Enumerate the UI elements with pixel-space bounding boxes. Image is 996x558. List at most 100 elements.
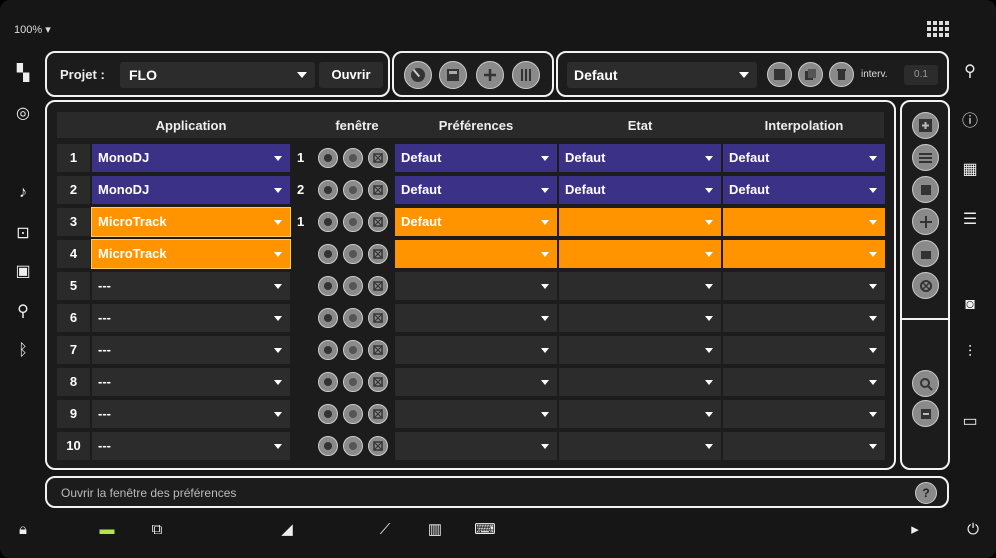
window-refresh-icon[interactable] xyxy=(343,180,363,200)
chat-icon[interactable]: ▬ xyxy=(96,518,118,540)
preferences-select[interactable]: Defaut xyxy=(395,176,557,204)
preferences-select[interactable] xyxy=(395,304,557,332)
grid-icon[interactable] xyxy=(926,20,950,42)
target-icon[interactable]: ◎ xyxy=(10,100,36,126)
window-refresh-icon[interactable] xyxy=(343,372,363,392)
open-button[interactable]: Ouvrir xyxy=(319,62,383,88)
copy-row-icon[interactable] xyxy=(912,176,939,203)
interval-input[interactable]: 0.1 xyxy=(904,65,938,85)
project-select[interactable]: FLO xyxy=(120,62,315,88)
preferences-select[interactable] xyxy=(395,240,557,268)
piano-icon[interactable]: ▥ xyxy=(424,518,446,540)
interpolation-select[interactable] xyxy=(723,272,885,300)
add-row-icon[interactable] xyxy=(912,112,939,139)
windows-icon[interactable]: ⧉ xyxy=(146,518,168,540)
lock-icon[interactable]: 🔒︎ xyxy=(12,518,34,540)
application-select[interactable]: MonoDJ xyxy=(92,176,290,204)
window-refresh-icon[interactable] xyxy=(343,212,363,232)
state-select[interactable] xyxy=(559,272,721,300)
window-refresh-icon[interactable] xyxy=(343,308,363,328)
zoom-in-icon[interactable] xyxy=(912,370,939,397)
application-select[interactable]: --- xyxy=(92,400,290,428)
bluetooth-icon[interactable]: ᛒ xyxy=(10,338,36,364)
interpolation-select[interactable] xyxy=(723,336,885,364)
zoom-out-icon[interactable] xyxy=(912,400,939,427)
state-select[interactable]: Defaut xyxy=(559,176,721,204)
window-pick-icon[interactable] xyxy=(318,244,338,264)
window-pick-icon[interactable] xyxy=(318,308,338,328)
window-clear-icon[interactable] xyxy=(368,372,388,392)
interpolation-select[interactable] xyxy=(723,304,885,332)
keyboard-icon[interactable]: ⌨ xyxy=(474,518,496,540)
link-icon[interactable]: ⚲ xyxy=(10,298,36,324)
preferences-select[interactable]: Defaut xyxy=(395,144,557,172)
window-pick-icon[interactable] xyxy=(318,180,338,200)
application-select[interactable]: --- xyxy=(92,432,290,460)
tracker-icon[interactable]: ⊡ xyxy=(10,220,36,246)
camera-icon[interactable]: ◙ xyxy=(956,292,984,318)
application-select[interactable]: MicroTrack xyxy=(91,207,291,237)
application-select[interactable]: --- xyxy=(92,336,290,364)
window-clear-icon[interactable] xyxy=(368,308,388,328)
clear-row-icon[interactable] xyxy=(912,272,939,299)
image-icon[interactable]: ▣ xyxy=(10,258,36,284)
window-refresh-icon[interactable] xyxy=(343,148,363,168)
help-button[interactable]: ? xyxy=(915,482,937,504)
application-select[interactable]: --- xyxy=(92,304,290,332)
window-clear-icon[interactable] xyxy=(368,340,388,360)
move-row-icon[interactable] xyxy=(912,208,939,235)
preferences-select[interactable] xyxy=(395,400,557,428)
chevron-right-icon[interactable]: ▸ xyxy=(904,518,926,540)
application-select[interactable]: --- xyxy=(92,368,290,396)
interpolation-select[interactable]: Defaut xyxy=(723,144,885,172)
list-icon[interactable]: ☰ xyxy=(956,206,984,232)
zoom-selector[interactable]: 100% ▾ xyxy=(14,23,51,36)
window-refresh-icon[interactable] xyxy=(343,436,363,456)
interpolation-select[interactable]: Defaut xyxy=(723,176,885,204)
state-select[interactable] xyxy=(559,400,721,428)
info-icon[interactable]: ⓘ xyxy=(956,106,984,132)
application-select[interactable]: MonoDJ xyxy=(92,144,290,172)
delete-preset-icon[interactable] xyxy=(829,62,854,87)
preset-select[interactable]: Defaut xyxy=(567,62,757,88)
window-pick-icon[interactable] xyxy=(318,340,338,360)
interpolation-select[interactable] xyxy=(723,432,885,460)
application-select[interactable]: --- xyxy=(92,272,290,300)
interpolation-select[interactable] xyxy=(723,368,885,396)
window-pick-icon[interactable] xyxy=(318,372,338,392)
preferences-select[interactable]: Defaut xyxy=(395,208,557,236)
columns-tool-icon[interactable] xyxy=(512,61,540,89)
wand-icon[interactable]: ⟋ xyxy=(374,518,396,540)
state-select[interactable] xyxy=(559,336,721,364)
state-select[interactable]: Defaut xyxy=(559,144,721,172)
search-icon[interactable]: ⚲ xyxy=(956,58,984,84)
preferences-select[interactable] xyxy=(395,272,557,300)
state-select[interactable] xyxy=(559,304,721,332)
interpolation-select[interactable] xyxy=(723,240,885,268)
state-tool-icon[interactable] xyxy=(439,61,467,89)
monitor-icon[interactable]: ▭ xyxy=(956,408,984,434)
sliders-icon[interactable]: ⫶ xyxy=(956,340,984,366)
window-pick-icon[interactable] xyxy=(318,276,338,296)
preferences-select[interactable] xyxy=(395,432,557,460)
window-refresh-icon[interactable] xyxy=(343,244,363,264)
chart-icon[interactable]: ◢ xyxy=(276,518,298,540)
preferences-tool-icon[interactable] xyxy=(404,61,432,89)
window-clear-icon[interactable] xyxy=(368,404,388,424)
window-clear-icon[interactable] xyxy=(368,180,388,200)
interpolation-select[interactable] xyxy=(723,400,885,428)
interpolation-select[interactable] xyxy=(723,208,885,236)
state-select[interactable] xyxy=(559,240,721,268)
music-note-icon[interactable]: ♪ xyxy=(10,180,36,206)
window-clear-icon[interactable] xyxy=(368,212,388,232)
window-pick-icon[interactable] xyxy=(318,404,338,424)
interpolation-tool-icon[interactable] xyxy=(476,61,504,89)
window-clear-icon[interactable] xyxy=(368,148,388,168)
layout-icon[interactable]: ▚ xyxy=(10,60,36,86)
window-pick-icon[interactable] xyxy=(318,212,338,232)
rows-icon[interactable] xyxy=(912,144,939,171)
window-pick-icon[interactable] xyxy=(318,148,338,168)
power-icon[interactable]: ⏻ xyxy=(962,518,984,540)
preferences-select[interactable] xyxy=(395,336,557,364)
window-refresh-icon[interactable] xyxy=(343,276,363,296)
